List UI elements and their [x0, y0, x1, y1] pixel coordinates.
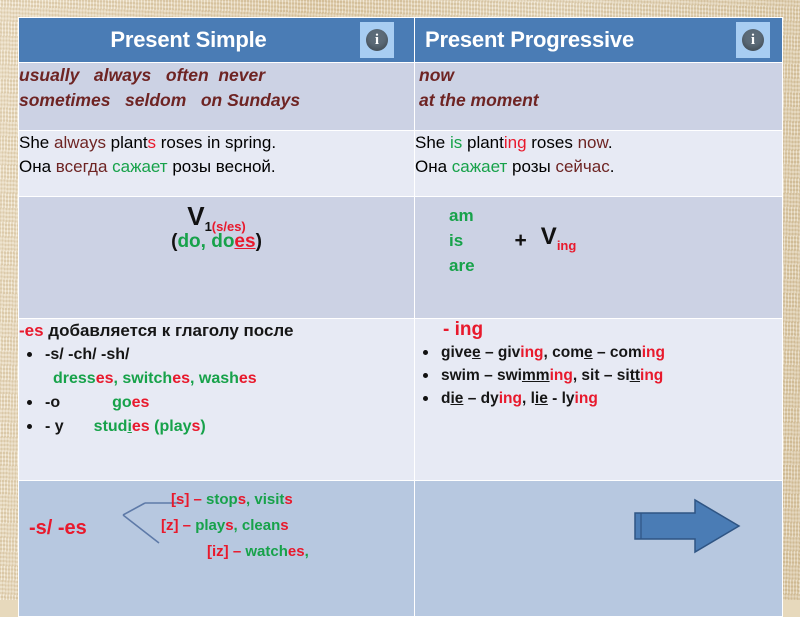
cell-arrow — [414, 480, 783, 617]
right-arrow-icon — [634, 499, 741, 554]
markers-line-2: at the moment — [419, 90, 539, 110]
list-item: -o goes — [19, 391, 414, 415]
formula-be-verbs: am is are — [449, 203, 475, 278]
example-sentence-en: She always plants roses in spring. — [19, 133, 277, 153]
rule-suffix: -o — [45, 394, 61, 412]
pronunciation-line: [iz] – watches, — [207, 543, 309, 561]
markers-line-1: usually always often never — [19, 65, 266, 85]
markers-line-1: now — [419, 65, 454, 85]
spelling-heading-ing: - ing — [443, 319, 484, 341]
ing-rule-list: givee – giving, come – coming swim – swi… — [415, 341, 782, 410]
spelling-rule-list-2: -o goes - y studies (plays) — [19, 391, 414, 439]
spelling-rule-list: -s/ -ch/ -sh/ — [19, 343, 414, 367]
cell-simple-spelling: -es добавляется к глаголу после -s/ -ch/… — [18, 318, 415, 482]
list-item: swim – swimming, sit – sitting — [415, 364, 782, 387]
cell-simple-formula: V1(s/es) (do, does) — [18, 196, 415, 320]
example-sentence-ru: Она сажает розы сейчас. — [415, 157, 615, 177]
rule-suffix: -s/ -ch/ -sh/ — [45, 346, 130, 364]
pronunciation-line: [s] – stops, visits — [171, 491, 293, 509]
table-row-time-markers: usually always often never sometimes sel… — [18, 61, 783, 132]
formula-present-progressive: am is are + Ving — [415, 197, 782, 287]
cell-simple-markers: usually always often never sometimes sel… — [18, 61, 415, 132]
header-cell-present-simple: Present Simple i — [18, 17, 415, 63]
formula-verb-symbol: V — [187, 201, 205, 232]
cell-progressive-spelling: - ing givee – giving, come – coming swim… — [414, 318, 783, 482]
table-row-examples: She always plants roses in spring. Она в… — [18, 130, 783, 198]
info-icon-present-progressive[interactable]: i — [736, 22, 770, 58]
pronunciation-label: -s/ -es — [29, 517, 87, 540]
info-icon: i — [742, 29, 764, 51]
formula-auxiliaries: (do, does) — [171, 230, 262, 252]
formula-plus-sign: + — [514, 229, 527, 253]
markers-line-2: sometimes seldom on Sundays — [19, 90, 301, 110]
list-item: die – dying, lie - lying — [415, 387, 782, 410]
list-item: - y studies (plays) — [19, 415, 414, 439]
cell-pronunciation: -s/ -es [s] – stops, visits [z] – plays,… — [18, 480, 415, 617]
page-title-present-simple: Present Simple — [110, 27, 267, 52]
be-is: is — [449, 231, 464, 251]
cell-simple-example: She always plants roses in spring. Она в… — [18, 130, 415, 198]
header-cell-present-progressive: Present Progressive i — [414, 17, 783, 63]
table-header-row: Present Simple i Present Progressive i — [18, 17, 783, 63]
be-am: am — [449, 206, 474, 226]
pronunciation-lines: [s] – stops, visits [z] – plays, cleans … — [159, 487, 309, 565]
table-row-pronunciation: -s/ -es [s] – stops, visits [z] – plays,… — [18, 480, 783, 617]
example-sentence-ru: Она всегда сажает розы весной. — [19, 157, 276, 177]
page-title-present-progressive: Present Progressive — [425, 27, 634, 52]
grammar-comparison-table: Present Simple i Present Progressive i u… — [18, 17, 783, 617]
formula-present-simple: V1(s/es) (do, does) — [19, 197, 414, 251]
example-sentence-en: She is planting roses now. — [415, 133, 613, 153]
spelling-heading: -es добавляется к глаголу после — [19, 321, 294, 341]
info-icon: i — [366, 29, 388, 51]
spelling-examples-sh: dresses, switches, washes — [53, 370, 257, 388]
cell-progressive-formula: am is are + Ving — [414, 196, 783, 320]
table-row-formula: V1(s/es) (do, does) am is are + Ving — [18, 196, 783, 320]
formula-ing-subscript: ing — [556, 237, 577, 253]
formula-verb-symbol: Ving — [540, 222, 577, 253]
pronunciation-line: [z] – plays, cleans — [161, 517, 289, 535]
cell-progressive-example: She is planting roses now. Она сажает ро… — [414, 130, 783, 198]
be-are: are — [449, 256, 475, 276]
info-icon-present-simple[interactable]: i — [360, 22, 394, 58]
spelling-rules-simple: -es добавляется к глаголу после -s/ -ch/… — [19, 319, 414, 439]
list-item: -s/ -ch/ -sh/ — [19, 343, 414, 367]
list-item: givee – giving, come – coming — [415, 341, 782, 364]
cell-progressive-markers: now at the moment — [414, 61, 783, 132]
rule-suffix: - y — [45, 418, 64, 436]
table-row-spelling-rules: -es добавляется к глаголу после -s/ -ch/… — [18, 318, 783, 482]
